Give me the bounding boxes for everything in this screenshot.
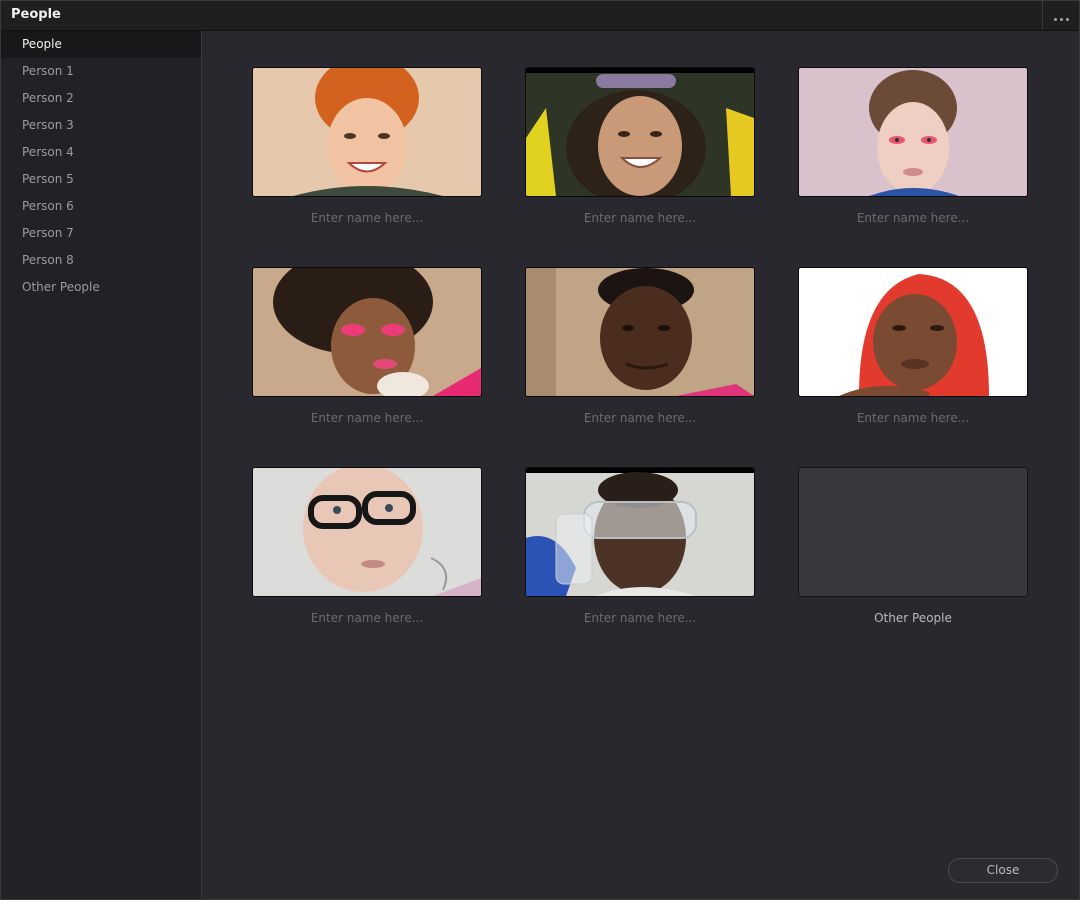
- people-sidebar: People Person 1 Person 2 Person 3 Person…: [1, 31, 202, 899]
- people-dialog: People People Person 1 Person 2 Person 3…: [0, 0, 1080, 900]
- more-options-button[interactable]: [1042, 1, 1079, 30]
- person-thumbnail[interactable]: [252, 267, 482, 397]
- person-name-input[interactable]: Enter name here...: [252, 609, 482, 627]
- dialog-title: People: [11, 7, 61, 22]
- person-name-input[interactable]: Enter name here...: [252, 209, 482, 227]
- person-card: Enter name here...: [525, 67, 755, 227]
- sidebar-item-person-7[interactable]: Person 7: [1, 220, 201, 247]
- face-photo: [526, 468, 754, 596]
- sidebar-item-other-people[interactable]: Other People: [1, 274, 201, 301]
- person-card: Enter name here...: [525, 467, 755, 627]
- sidebar-item-person-3[interactable]: Person 3: [1, 112, 201, 139]
- sidebar-item-person-4[interactable]: Person 4: [1, 139, 201, 166]
- person-card: Enter name here...: [252, 467, 482, 627]
- more-horizontal-icon: [1052, 6, 1070, 25]
- face-photo: [253, 268, 481, 396]
- person-card: Enter name here...: [798, 67, 1028, 227]
- person-name-input[interactable]: Enter name here...: [252, 409, 482, 427]
- people-grid: Enter name here... Enter name here... En…: [202, 31, 1079, 899]
- other-people-thumbnail[interactable]: [798, 467, 1028, 597]
- person-card: Enter name here...: [525, 267, 755, 427]
- title-bar: People: [1, 1, 1079, 31]
- person-name-input[interactable]: Enter name here...: [525, 609, 755, 627]
- face-photo: [253, 468, 481, 596]
- person-name-input[interactable]: Enter name here...: [525, 409, 755, 427]
- face-photo: [253, 68, 481, 196]
- person-card: Enter name here...: [252, 267, 482, 427]
- person-thumbnail[interactable]: [798, 267, 1028, 397]
- person-thumbnail[interactable]: [798, 67, 1028, 197]
- sidebar-item-person-8[interactable]: Person 8: [1, 247, 201, 274]
- face-photo: [526, 68, 754, 196]
- sidebar-item-person-2[interactable]: Person 2: [1, 85, 201, 112]
- person-name-input[interactable]: Enter name here...: [798, 209, 1028, 227]
- other-people-card: Other People: [798, 467, 1028, 627]
- close-button[interactable]: Close: [948, 858, 1058, 883]
- face-photo: [526, 268, 754, 396]
- person-thumbnail[interactable]: [252, 467, 482, 597]
- sidebar-item-people[interactable]: People: [1, 31, 201, 58]
- sidebar-item-person-6[interactable]: Person 6: [1, 193, 201, 220]
- person-card: Enter name here...: [252, 67, 482, 227]
- person-thumbnail[interactable]: [525, 467, 755, 597]
- person-thumbnail[interactable]: [252, 67, 482, 197]
- face-photo: [799, 68, 1027, 196]
- person-thumbnail[interactable]: [525, 267, 755, 397]
- face-photo: [799, 268, 1027, 396]
- person-card: Enter name here...: [798, 267, 1028, 427]
- other-people-label: Other People: [874, 611, 952, 625]
- sidebar-item-person-1[interactable]: Person 1: [1, 58, 201, 85]
- person-name-input[interactable]: Enter name here...: [525, 209, 755, 227]
- person-thumbnail[interactable]: [525, 67, 755, 197]
- sidebar-item-person-5[interactable]: Person 5: [1, 166, 201, 193]
- person-name-input[interactable]: Enter name here...: [798, 409, 1028, 427]
